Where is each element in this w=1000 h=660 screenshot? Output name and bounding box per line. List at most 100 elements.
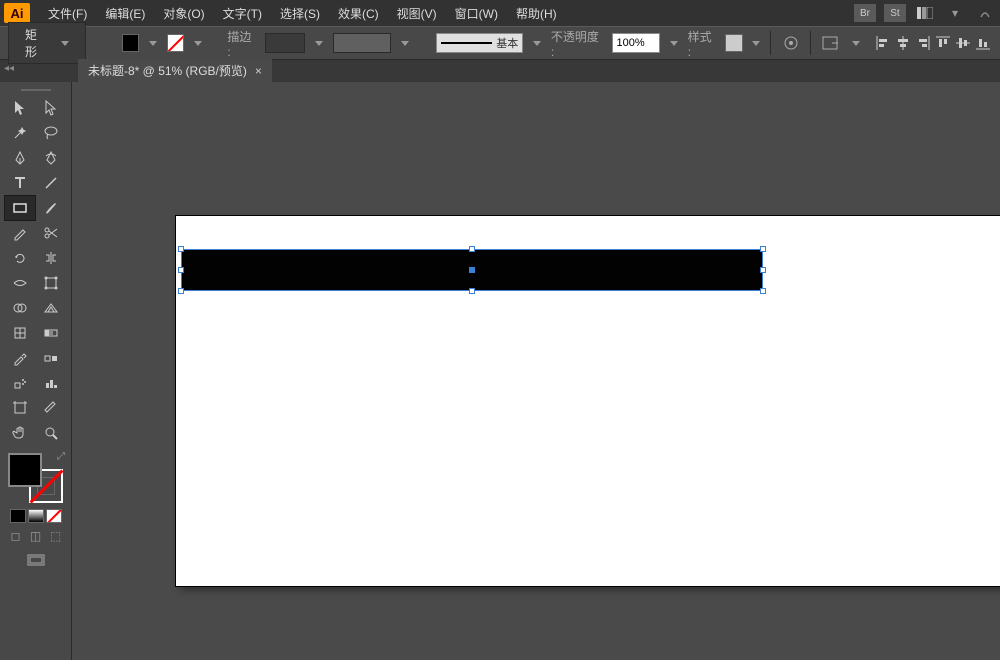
selected-rectangle[interactable]: [182, 250, 762, 290]
align-to-icon[interactable]: [819, 31, 842, 55]
symbol-sprayer-tool-icon[interactable]: [5, 371, 35, 395]
bridge-button[interactable]: Br: [854, 4, 876, 22]
fill-swatch[interactable]: [122, 34, 139, 52]
document-tab[interactable]: 未标题-8* @ 51% (RGB/预览) ×: [78, 59, 272, 82]
center-point-handle[interactable]: [469, 267, 475, 273]
stroke-weight-dropdown[interactable]: [313, 34, 325, 52]
resize-handle-bl[interactable]: [178, 288, 184, 294]
blend-tool-icon[interactable]: [36, 346, 66, 370]
variable-width-field[interactable]: [333, 33, 391, 53]
screen-mode-icon[interactable]: [21, 551, 51, 571]
align-top-icon[interactable]: [934, 34, 952, 52]
app-logo: Ai: [4, 3, 30, 23]
style-dropdown[interactable]: [751, 34, 763, 52]
rotate-tool-icon[interactable]: [5, 246, 35, 270]
style-label: 样式 :: [688, 28, 718, 59]
arrange-dropdown-icon[interactable]: ▾: [944, 4, 966, 22]
scissors-tool-icon[interactable]: [36, 221, 66, 245]
toolbox: ⤢ ◻ ◫ ⬚: [0, 82, 72, 660]
color-mode-none[interactable]: [46, 509, 62, 523]
eyedropper-tool-icon[interactable]: [5, 346, 35, 370]
opacity-label: 不透明度 :: [551, 28, 604, 59]
color-mode-solid[interactable]: [10, 509, 26, 523]
align-left-icon[interactable]: [874, 34, 892, 52]
opacity-dropdown[interactable]: [668, 34, 680, 52]
menu-type[interactable]: 文字(T): [215, 1, 270, 26]
menu-bar: Ai 文件(F) 编辑(E) 对象(O) 文字(T) 选择(S) 效果(C) 视…: [0, 0, 1000, 26]
variable-width-dropdown[interactable]: [399, 34, 411, 52]
resize-handle-bm[interactable]: [469, 288, 475, 294]
selection-type-dropdown[interactable]: 矩形: [8, 22, 86, 64]
tab-close-icon[interactable]: ×: [255, 64, 262, 78]
menu-effect[interactable]: 效果(C): [330, 1, 387, 26]
free-transform-tool-icon[interactable]: [36, 271, 66, 295]
hand-tool-icon[interactable]: [5, 421, 35, 445]
gradient-tool-icon[interactable]: [36, 321, 66, 345]
zoom-tool-icon[interactable]: [36, 421, 66, 445]
lasso-tool-icon[interactable]: [36, 121, 66, 145]
control-bar: 矩形 描边 : 基本 不透明度 : 100% 样式 :: [0, 26, 1000, 60]
brush-dropdown[interactable]: [531, 34, 543, 52]
resize-handle-tm[interactable]: [469, 246, 475, 252]
draw-normal-icon[interactable]: ◻: [8, 529, 24, 543]
menu-help[interactable]: 帮助(H): [508, 1, 565, 26]
fill-dropdown[interactable]: [147, 34, 159, 52]
resize-handle-tl[interactable]: [178, 246, 184, 252]
stroke-weight-label: 描边 :: [227, 28, 257, 59]
width-tool-icon[interactable]: [5, 271, 35, 295]
brush-definition-dropdown[interactable]: 基本: [436, 33, 523, 53]
menu-view[interactable]: 视图(V): [389, 1, 445, 26]
resize-handle-ml[interactable]: [178, 267, 184, 273]
fill-stroke-indicator[interactable]: ⤢: [8, 453, 63, 503]
stroke-swatch[interactable]: [167, 34, 184, 52]
perspective-grid-tool-icon[interactable]: [36, 296, 66, 320]
gpu-sniffer-icon[interactable]: [974, 4, 996, 22]
menu-edit[interactable]: 编辑(E): [97, 1, 153, 26]
recolor-icon[interactable]: [779, 31, 802, 55]
toolbox-grip[interactable]: [6, 86, 66, 94]
direct-selection-tool-icon[interactable]: [36, 96, 66, 120]
pen-tool-icon[interactable]: [5, 146, 35, 170]
artboard-tool-icon[interactable]: [5, 396, 35, 420]
document-tab-title: 未标题-8* @ 51% (RGB/预览): [88, 62, 247, 79]
canvas-area[interactable]: [72, 82, 1000, 660]
align-buttons: [874, 34, 992, 52]
reflect-tool-icon[interactable]: [36, 246, 66, 270]
align-hcenter-icon[interactable]: [894, 34, 912, 52]
align-to-dropdown[interactable]: [850, 34, 862, 52]
fill-color-box[interactable]: [8, 453, 42, 487]
menu-object[interactable]: 对象(O): [155, 1, 212, 26]
resize-handle-tr[interactable]: [760, 246, 766, 252]
slice-tool-icon[interactable]: [36, 396, 66, 420]
panel-collapse-icon[interactable]: ◂◂: [4, 63, 18, 77]
magic-wand-tool-icon[interactable]: [5, 121, 35, 145]
paintbrush-tool-icon[interactable]: [36, 196, 66, 220]
type-tool-icon[interactable]: [5, 171, 35, 195]
pencil-tool-icon[interactable]: [5, 221, 35, 245]
line-tool-icon[interactable]: [36, 171, 66, 195]
menu-select[interactable]: 选择(S): [272, 1, 328, 26]
align-vcenter-icon[interactable]: [954, 34, 972, 52]
color-mode-gradient[interactable]: [28, 509, 44, 523]
stock-button[interactable]: St: [884, 4, 906, 22]
swap-fill-stroke-icon[interactable]: ⤢: [57, 451, 65, 462]
draw-behind-icon[interactable]: ◫: [28, 529, 44, 543]
resize-handle-br[interactable]: [760, 288, 766, 294]
column-graph-tool-icon[interactable]: [36, 371, 66, 395]
shape-builder-tool-icon[interactable]: [5, 296, 35, 320]
document-tab-strip: 未标题-8* @ 51% (RGB/预览) ×: [0, 60, 1000, 82]
align-bottom-icon[interactable]: [974, 34, 992, 52]
mesh-tool-icon[interactable]: [5, 321, 35, 345]
curvature-tool-icon[interactable]: [36, 146, 66, 170]
menu-window[interactable]: 窗口(W): [447, 1, 506, 26]
style-swatch[interactable]: [725, 34, 742, 52]
resize-handle-mr[interactable]: [760, 267, 766, 273]
rectangle-tool-icon[interactable]: [5, 196, 35, 220]
arrange-docs-icon[interactable]: [914, 4, 936, 22]
stroke-weight-field[interactable]: [265, 33, 306, 53]
opacity-field[interactable]: 100%: [612, 33, 661, 53]
selection-tool-icon[interactable]: [5, 96, 35, 120]
draw-inside-icon[interactable]: ⬚: [48, 529, 64, 543]
stroke-dropdown[interactable]: [192, 34, 204, 52]
align-right-icon[interactable]: [914, 34, 932, 52]
